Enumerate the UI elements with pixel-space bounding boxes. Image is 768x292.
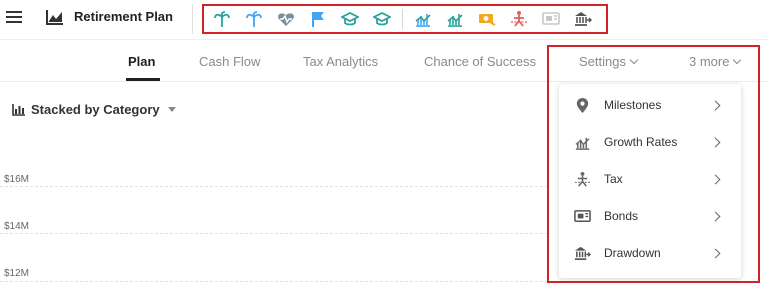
chart-logo-icon (46, 9, 64, 25)
growth-chart-icon[interactable] (407, 6, 439, 32)
palm-tree-icon[interactable] (238, 6, 270, 32)
y-axis-tick: $12M (4, 268, 30, 279)
menu-item-bonds[interactable]: Bonds (559, 198, 741, 234)
chevron-right-icon (710, 137, 721, 147)
bonds-certificate-icon[interactable] (535, 6, 567, 32)
chart-view-select[interactable]: Stacked by Category (12, 102, 176, 117)
app-title: Retirement Plan (74, 9, 173, 24)
hamburger-menu-icon[interactable] (6, 11, 22, 25)
toolbar-icon-strip (202, 4, 608, 34)
chart-view-label: Stacked by Category (31, 102, 160, 117)
growth-chart-icon[interactable] (439, 6, 471, 32)
menu-item-label: Bonds (604, 209, 639, 223)
flag-icon[interactable] (302, 6, 334, 32)
heart-pulse-icon[interactable] (270, 6, 302, 32)
menu-item-growth-rates[interactable]: Growth Rates (559, 124, 741, 160)
y-axis-tick: $14M (4, 221, 30, 232)
growth-chart-icon (573, 133, 591, 151)
chevron-right-icon (710, 248, 721, 258)
bar-chart-icon (12, 104, 25, 116)
menu-item-drawdown[interactable]: Drawdown (559, 235, 741, 271)
graduation-cap-icon[interactable] (366, 6, 398, 32)
tab-plan[interactable]: Plan (128, 54, 155, 69)
chevron-right-icon (710, 211, 721, 221)
gridline (0, 186, 548, 187)
bank-drawdown-icon (573, 244, 591, 262)
bonds-certificate-icon (573, 207, 591, 225)
tab-chance-of-success[interactable]: Chance of Success (424, 54, 536, 69)
chevron-right-icon (710, 100, 721, 110)
top-bar: Retirement Plan (0, 0, 768, 40)
bank-drawdown-icon[interactable] (567, 6, 599, 32)
menu-item-label: Drawdown (604, 246, 661, 260)
page: Retirement Plan Plan Cash Flow Tax Analy… (0, 0, 768, 292)
palm-tree-icon[interactable] (206, 6, 238, 32)
gridline (0, 281, 548, 282)
chevron-right-icon (710, 174, 721, 184)
menu-item-label: Tax (604, 172, 623, 186)
caret-down-icon (167, 107, 176, 112)
graduation-cap-icon[interactable] (334, 6, 366, 32)
gridline (0, 233, 548, 234)
menu-item-tax[interactable]: Tax (559, 161, 741, 197)
menu-item-label: Growth Rates (604, 135, 678, 149)
tax-icon (573, 170, 591, 188)
map-pin-icon (573, 96, 591, 114)
tab-cash-flow[interactable]: Cash Flow (199, 54, 260, 69)
y-axis-tick: $16M (4, 174, 30, 185)
divider (402, 9, 403, 29)
tab-tax-analytics[interactable]: Tax Analytics (303, 54, 378, 69)
menu-item-label: Milestones (604, 98, 662, 112)
more-dropdown-menu: Milestones Growth Rates Tax Bonds Drawdo… (559, 84, 741, 278)
tax-icon[interactable] (503, 6, 535, 32)
divider (192, 4, 193, 34)
active-tab-indicator (126, 78, 160, 81)
money-cash-icon[interactable] (471, 6, 503, 32)
menu-item-milestones[interactable]: Milestones (559, 87, 741, 123)
